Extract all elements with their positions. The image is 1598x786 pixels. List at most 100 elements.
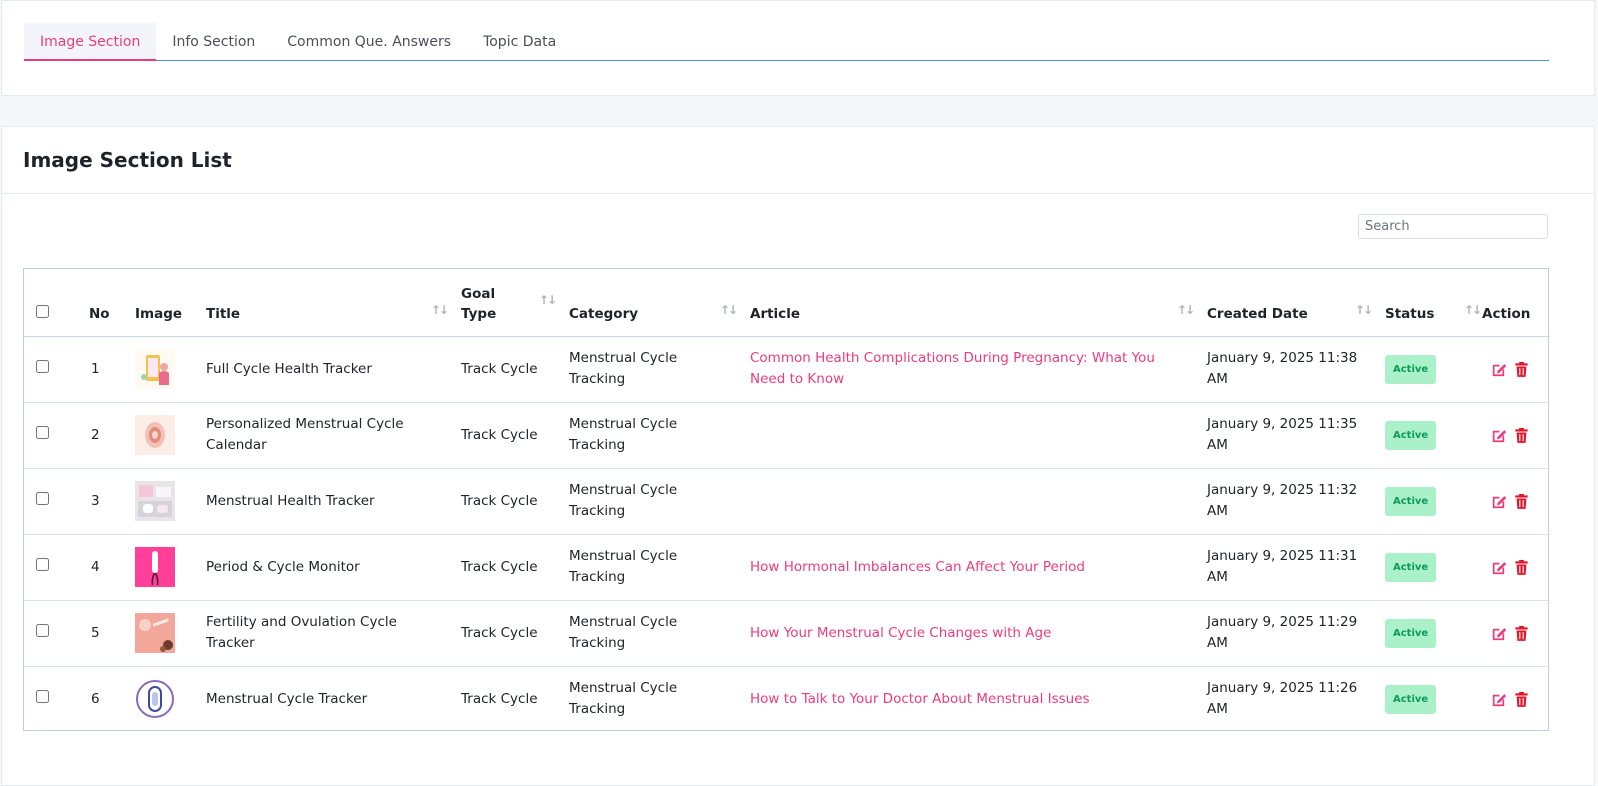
row-no: 6 <box>91 690 100 707</box>
edit-icon[interactable] <box>1490 625 1507 642</box>
status-badge: Active <box>1385 618 1437 648</box>
status-badge: Active <box>1385 486 1437 516</box>
column-header-article[interactable]: Article ↑↓ <box>750 269 1207 337</box>
row-checkbox[interactable] <box>36 491 49 505</box>
status-badge: Active <box>1385 354 1437 384</box>
column-header-created-date[interactable]: Created Date ↑↓ <box>1207 269 1385 337</box>
sort-icon: ↑↓ <box>1354 303 1373 317</box>
status-badge: Active <box>1385 552 1437 582</box>
search-input[interactable] <box>1358 214 1548 239</box>
trash-icon[interactable] <box>1513 361 1530 378</box>
row-title: Fertility and Ovulation Cycle Tracker <box>206 600 461 667</box>
row-checkbox[interactable] <box>36 623 49 637</box>
status-badge: Active <box>1385 420 1437 450</box>
row-title: Full Cycle Health Tracker <box>206 336 461 403</box>
article-link[interactable]: How Your Menstrual Cycle Changes with Ag… <box>750 625 1051 641</box>
article-link[interactable]: How Hormonal Imbalances Can Affect Your … <box>750 559 1085 575</box>
edit-icon[interactable] <box>1490 691 1507 708</box>
row-created-date: January 9, 2025 11:31 AM <box>1207 534 1385 601</box>
column-header-goal-type[interactable]: Goal Type ↑↓ <box>461 269 569 337</box>
tab-common-que-answers[interactable]: Common Que. Answers <box>271 23 467 61</box>
table-row: 6 Menstrual Cycle Tracker Track Cycle Me… <box>24 666 1550 732</box>
row-article-cell: Common Health Complications During Pregn… <box>750 336 1207 403</box>
row-actions <box>1482 468 1550 535</box>
row-image-cell <box>135 534 206 601</box>
article-link[interactable]: How to Talk to Your Doctor About Menstru… <box>750 691 1090 707</box>
row-status-cell: Active <box>1385 336 1482 403</box>
trash-icon[interactable] <box>1513 625 1530 642</box>
table-row: 3 Menstrual Health Tracker Track Cycle M… <box>24 468 1550 535</box>
row-category: Menstrual Cycle Tracking <box>569 468 750 535</box>
row-goal-type: Track Cycle <box>461 600 569 667</box>
page-title: Image Section List <box>23 148 232 172</box>
row-no: 5 <box>77 600 135 667</box>
row-created-date: January 9, 2025 11:38 AM <box>1207 336 1385 403</box>
row-no: 1 <box>77 336 135 403</box>
edit-icon[interactable] <box>1490 559 1507 576</box>
row-checkbox[interactable] <box>36 425 49 439</box>
column-header-category[interactable]: Category ↑↓ <box>569 269 750 337</box>
tab-topic-data[interactable]: Topic Data <box>467 23 572 61</box>
row-thumbnail-image <box>135 679 175 720</box>
row-goal-type: Track Cycle <box>461 336 569 403</box>
row-no: 2 <box>77 402 135 469</box>
article-link[interactable]: Common Health Complications During Pregn… <box>750 350 1155 387</box>
trash-icon[interactable] <box>1513 427 1530 444</box>
column-header-status[interactable]: Status ↑↓ <box>1385 269 1482 337</box>
row-status-cell: Active <box>1385 600 1482 667</box>
edit-icon[interactable] <box>1490 427 1507 444</box>
row-image-cell <box>135 666 206 732</box>
select-all-checkbox[interactable] <box>36 304 49 318</box>
table-row: 5 Fertility and Ovulation Cycle Tracker … <box>24 600 1550 667</box>
row-checkbox[interactable] <box>36 689 49 703</box>
edit-icon[interactable] <box>1490 361 1507 378</box>
edit-icon[interactable] <box>1490 493 1507 510</box>
row-checkbox[interactable] <box>36 359 49 373</box>
column-header-image: Image <box>135 269 206 337</box>
row-title: Period & Cycle Monitor <box>206 534 461 601</box>
row-image-cell <box>135 600 206 667</box>
trash-icon[interactable] <box>1513 559 1530 576</box>
row-status-cell: Active <box>1385 402 1482 469</box>
row-created-date: January 9, 2025 11:29 AM <box>1207 600 1385 667</box>
tab-image-section[interactable]: Image Section <box>24 23 157 61</box>
row-checkbox[interactable] <box>36 557 49 571</box>
tabs-card: Image Section Info Section Common Que. A… <box>1 0 1595 96</box>
row-title: Menstrual Cycle Tracker <box>206 690 368 707</box>
table-row: 4 Period & Cycle Monitor Track Cycle Men… <box>24 534 1550 601</box>
row-thumbnail-image <box>135 481 175 521</box>
row-image-cell <box>135 402 206 469</box>
trash-icon[interactable] <box>1513 493 1530 510</box>
table-header-row: No Image Title ↑↓ Goal Type ↑↓ Category ↑↓ … <box>24 269 1550 337</box>
row-category: Menstrual Cycle Tracking <box>569 336 750 403</box>
row-actions <box>1482 534 1550 601</box>
row-no: 4 <box>77 534 135 601</box>
row-goal-type: Track Cycle <box>461 468 569 535</box>
row-category: Menstrual Cycle Tracking <box>569 600 750 667</box>
row-status-cell: Active <box>1385 468 1482 535</box>
row-created-date: January 9, 2025 11:32 AM <box>1207 468 1385 535</box>
row-article-cell <box>750 402 1207 469</box>
row-goal-type: Track Cycle <box>461 534 569 601</box>
sort-icon: ↑↓ <box>1176 303 1195 317</box>
section-tabs: Image Section Info Section Common Que. A… <box>24 23 1549 61</box>
row-status-cell: Active <box>1385 666 1482 732</box>
row-goal-type: Track Cycle <box>461 690 538 707</box>
column-header-action: Action <box>1482 269 1550 337</box>
trash-icon[interactable] <box>1513 691 1530 708</box>
sort-icon: ↑↓ <box>430 303 449 317</box>
column-header-title[interactable]: Title ↑↓ <box>206 269 461 337</box>
sort-icon: ↑↓ <box>1463 303 1482 317</box>
row-image-cell <box>135 468 206 535</box>
row-status-cell: Active <box>1385 534 1482 601</box>
card-header: Image Section List <box>2 127 1594 194</box>
row-goal-type: Track Cycle <box>461 402 569 469</box>
tab-info-section[interactable]: Info Section <box>156 23 271 61</box>
row-article-cell: How to Talk to Your Doctor About Menstru… <box>750 666 1207 732</box>
column-header-no: No <box>77 269 135 337</box>
row-article-cell: How Hormonal Imbalances Can Affect Your … <box>750 534 1207 601</box>
row-thumbnail-image <box>135 349 175 389</box>
image-section-list-card: Image Section List No Image Title↑↓ Goal… <box>1 126 1595 786</box>
table-row: 2 Personalized Menstrual Cycle Calendar … <box>24 402 1550 469</box>
data-table: No Image Title ↑↓ Goal Type ↑↓ Category ↑↓ … <box>23 268 1550 732</box>
